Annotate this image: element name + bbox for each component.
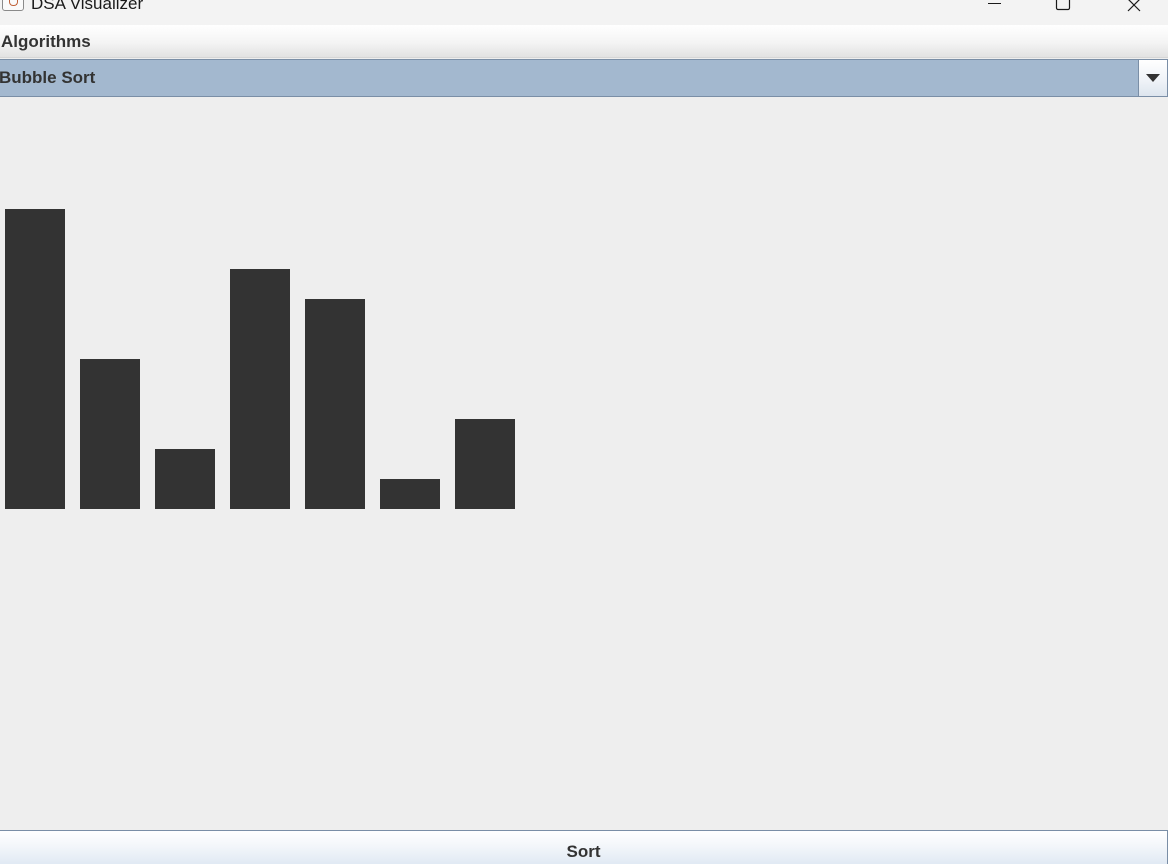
maximize-icon bbox=[1055, 0, 1071, 11]
sort-button-label: Sort bbox=[566, 842, 601, 861]
array-bar-3 bbox=[230, 269, 290, 509]
array-bars bbox=[5, 209, 515, 509]
java-cup-icon bbox=[2, 0, 24, 11]
array-bar-4 bbox=[305, 299, 365, 509]
menu-bar: Algorithms bbox=[0, 25, 1168, 58]
algorithm-select-arrow[interactable] bbox=[1138, 60, 1167, 96]
minimize-icon bbox=[988, 3, 1001, 4]
array-bar-1 bbox=[80, 359, 140, 509]
array-visualization-panel bbox=[0, 97, 1168, 830]
close-button[interactable] bbox=[1111, 0, 1157, 20]
minimize-button[interactable] bbox=[971, 0, 1017, 20]
array-bar-5 bbox=[380, 479, 440, 509]
array-bar-0 bbox=[5, 209, 65, 509]
maximize-button[interactable] bbox=[1040, 0, 1086, 20]
app-window: DSA Visualizer Algorithms Bubble Sort So… bbox=[0, 0, 1168, 864]
sort-button[interactable]: Sort bbox=[0, 830, 1168, 864]
algorithm-select[interactable]: Bubble Sort bbox=[0, 59, 1168, 97]
close-icon bbox=[1127, 0, 1141, 12]
array-bar-2 bbox=[155, 449, 215, 509]
array-bar-6 bbox=[455, 419, 515, 509]
chevron-down-icon bbox=[1146, 74, 1160, 82]
menu-algorithms[interactable]: Algorithms bbox=[1, 32, 91, 52]
algorithm-select-value: Bubble Sort bbox=[0, 68, 96, 87]
title-bar[interactable]: DSA Visualizer bbox=[0, 0, 1168, 25]
window-title: DSA Visualizer bbox=[31, 0, 144, 13]
